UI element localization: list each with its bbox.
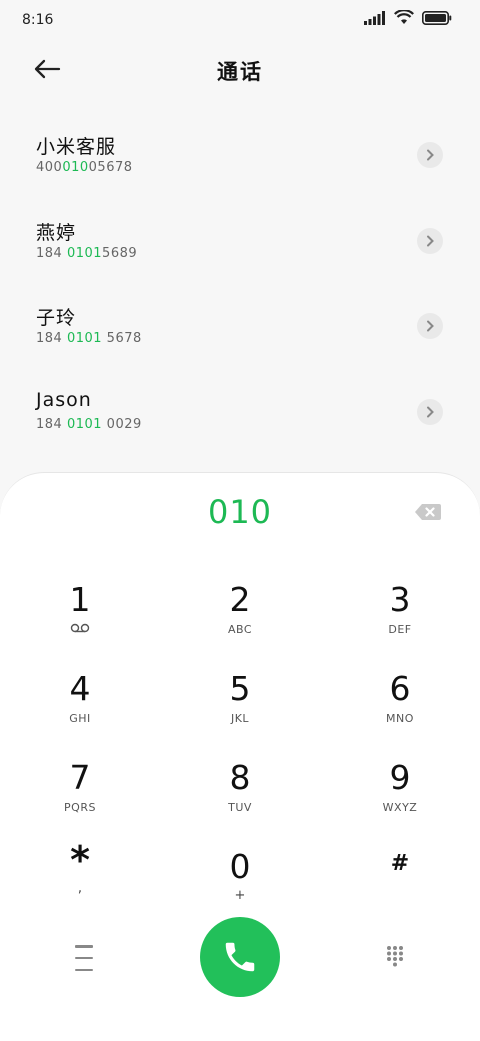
key-digit: 5 (229, 669, 251, 708)
key-digit: 2 (229, 580, 251, 619)
key-digit: 0 (229, 847, 251, 886)
page-title: 通话 (217, 60, 263, 84)
backspace-icon (415, 504, 441, 520)
number-match: 0101 (66, 416, 103, 432)
dialpad-panel: 010 1 2 ABC 3 DEF 4 GHI 5 JKL 6 MNO 7 PQ… (0, 472, 480, 1041)
key-5[interactable]: 5 JKL (180, 670, 300, 750)
wifi-icon (394, 10, 414, 24)
number-suffix: 5689 (102, 245, 138, 261)
key-letters: TUV (228, 801, 252, 814)
key-digit: 9 (389, 758, 411, 797)
bottom-action-bar (0, 917, 480, 999)
key-sub (20, 623, 140, 637)
call-button[interactable] (200, 917, 280, 997)
status-time: 8:16 (22, 12, 54, 28)
key-letters: MNO (386, 712, 414, 725)
contact-number: 184 01015689 (36, 246, 137, 261)
number-match: 0101 (66, 331, 103, 346)
menu-icon (75, 945, 93, 948)
dialed-number-display[interactable]: 010 (0, 493, 480, 531)
battery-icon (422, 10, 452, 25)
header: 通话 (0, 48, 480, 92)
contact-number: 184 0101 5678 (36, 331, 142, 346)
contact-number: 184 0101 0029 (36, 417, 142, 432)
key-8[interactable]: 8 TUV (180, 759, 300, 839)
keypad-icon (387, 946, 403, 967)
delete-button[interactable] (414, 501, 442, 523)
key-digit: * (70, 838, 90, 882)
contact-name: 小米客服 (36, 136, 117, 158)
status-bar: 8:16 (0, 0, 480, 40)
key-digit: # (390, 851, 410, 876)
number-suffix: 0029 (102, 416, 142, 432)
contact-number: 40001005678 (36, 160, 133, 175)
key-letters: DEF (388, 623, 412, 636)
chevron-right-icon (427, 406, 434, 417)
phone-icon (225, 942, 255, 972)
number-match: 010 (62, 160, 89, 175)
contact-detail-button[interactable] (417, 313, 443, 339)
contact-row[interactable]: 燕婷 184 01015689 (0, 198, 480, 284)
contact-row[interactable]: Jason 184 0101 0029 (0, 369, 480, 455)
number-prefix: 184 (36, 245, 67, 261)
number-suffix: 5678 (102, 331, 142, 346)
key-digit: 7 (69, 758, 91, 797)
chevron-right-icon (427, 149, 434, 161)
key-1[interactable]: 1 (20, 581, 140, 661)
contact-name: Jason (36, 388, 92, 411)
key-letters: , (77, 881, 83, 896)
number-suffix: 05678 (88, 160, 133, 175)
key-3[interactable]: 3 DEF (340, 581, 460, 661)
contact-row[interactable]: 小米客服 40001005678 (0, 112, 480, 198)
key-digit: 3 (389, 580, 411, 619)
contact-suggestions: 小米客服 40001005678 燕婷 184 01015689 子玲 184 … (0, 112, 480, 454)
key-star[interactable]: * , (20, 841, 140, 921)
keypad-toggle-button[interactable] (386, 945, 404, 967)
key-digit: 4 (69, 669, 91, 708)
contact-name: 燕婷 (36, 221, 77, 244)
signal-icon (364, 10, 385, 25)
key-letters: JKL (230, 712, 250, 725)
contact-name: 子玲 (36, 307, 77, 329)
key-digit: 6 (389, 669, 411, 708)
chevron-right-icon (427, 235, 434, 246)
key-letters: + (234, 888, 246, 903)
number-prefix: 184 (36, 416, 67, 432)
key-4[interactable]: 4 GHI (20, 670, 140, 750)
number-prefix: 400 (36, 160, 63, 175)
key-digit: 1 (69, 580, 91, 619)
key-letters: ABC (227, 623, 253, 636)
contact-detail-button[interactable] (417, 142, 443, 168)
key-letters: PQRS (64, 801, 96, 814)
key-digit: 8 (229, 758, 251, 797)
status-icons (364, 10, 452, 25)
number-match: 0101 (66, 245, 103, 261)
key-2[interactable]: 2 ABC (180, 581, 300, 661)
contact-detail-button[interactable] (417, 227, 443, 254)
key-7[interactable]: 7 PQRS (20, 759, 140, 839)
voicemail-icon (70, 623, 90, 633)
contact-row[interactable]: 子玲 184 0101 5678 (0, 283, 480, 369)
chevron-right-icon (427, 320, 434, 332)
key-letters: WXYZ (382, 801, 418, 814)
menu-button[interactable] (66, 945, 102, 971)
number-prefix: 184 (36, 331, 67, 346)
key-hash[interactable]: # (340, 845, 460, 925)
key-letters: GHI (69, 712, 91, 725)
key-9[interactable]: 9 WXYZ (340, 759, 460, 839)
contact-detail-button[interactable] (417, 398, 443, 425)
key-0[interactable]: 0 + (180, 848, 300, 928)
key-6[interactable]: 6 MNO (340, 670, 460, 750)
